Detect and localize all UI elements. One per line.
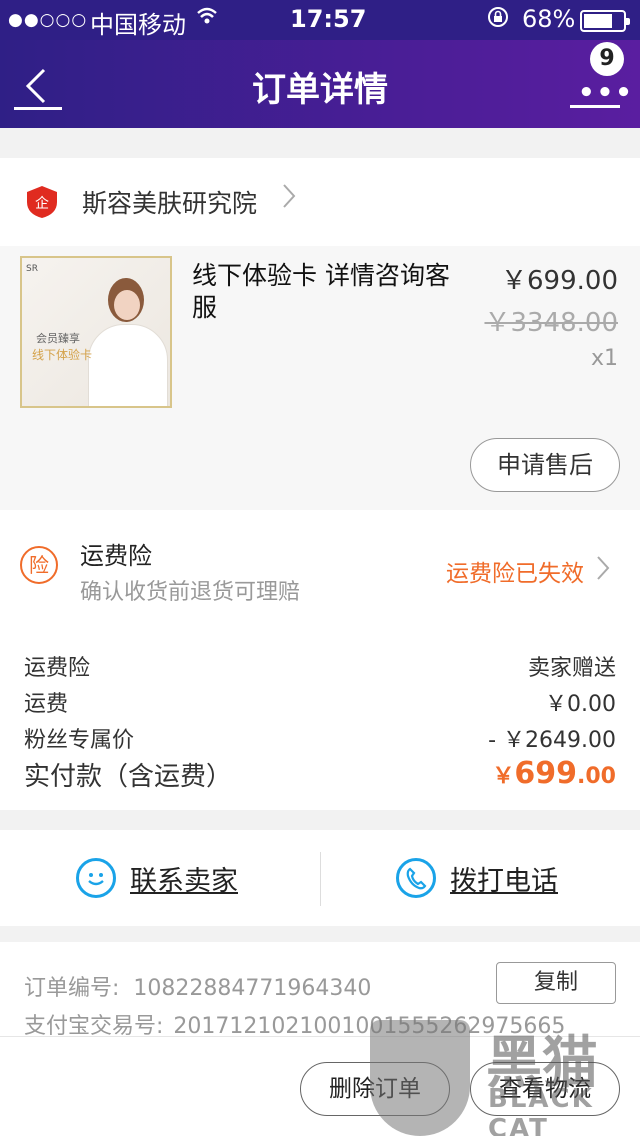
fee-value: - ￥2649.00 (488, 728, 616, 753)
original-price: ￥3348.00 (484, 308, 618, 338)
insurance-status-link[interactable]: 运费险已失效 (446, 554, 584, 588)
contact-bar: 联系卖家 拨打电话 (0, 830, 640, 926)
more-icon: ••• (578, 78, 634, 108)
fee-row-shipping: 运费 ￥0.00 (24, 686, 616, 718)
call-phone-label: 拨打电话 (450, 865, 558, 897)
black-cat-watermark: 黑猫 BLACK CAT (370, 1010, 640, 1136)
thumb-caption-2: 线下体验卡 (32, 348, 93, 362)
battery-icon (580, 10, 630, 32)
fee-row-insurance: 运费险 卖家赠送 (24, 650, 616, 682)
fee-value: ￥0.00 (545, 692, 616, 717)
chevron-right-icon (596, 554, 610, 589)
call-phone-button[interactable]: 拨打电话 (396, 850, 558, 906)
wifi-icon (196, 5, 218, 33)
fee-label: 粉丝专属价 (24, 728, 135, 753)
shipping-insurance-section: 险 运费险 确认收货前退货可理赔 运费险已失效 运费险 卖家赠送 运费 ￥0.0… (0, 510, 640, 810)
clock: 17:57 (290, 5, 367, 33)
model-face (114, 290, 140, 320)
shop-row[interactable]: 企 斯容美肤研究院 (0, 158, 640, 246)
page-title: 订单详情 (252, 70, 388, 110)
product-price: ￥699.00 (501, 266, 618, 296)
nav-bar: 订单详情 9 ••• (0, 40, 640, 128)
copy-button[interactable]: 复制 (496, 962, 616, 1004)
product-item[interactable]: SR 会员臻享 线下体验卡 线下体验卡 详情咨询客服 ￥699.00 ￥3348… (0, 246, 640, 510)
carrier-name: 中国移动 (90, 11, 186, 39)
enterprise-shop-icon: 企 (24, 184, 60, 220)
fee-label: 运费 (24, 692, 69, 717)
more-menu-button[interactable]: 9 ••• (570, 42, 632, 108)
chevron-right-icon (282, 182, 296, 217)
total-amount: ￥699.00 (492, 756, 616, 791)
insurance-subtitle: 确认收货前退货可理赔 (80, 580, 301, 605)
total-label: 实付款（含运费） (24, 762, 233, 792)
model-body (88, 324, 168, 406)
fee-value: 卖家赠送 (527, 656, 616, 681)
insurance-icon: 险 (20, 546, 58, 584)
fee-row-discount: 粉丝专属价 - ￥2649.00 (24, 722, 616, 754)
svg-text:企: 企 (35, 195, 49, 212)
cat-shield-logo-icon (370, 1020, 470, 1136)
shop-name: 斯容美肤研究院 (82, 189, 258, 218)
phone-icon (396, 858, 436, 898)
watermark-en: BLACK CAT (488, 1084, 594, 1136)
notification-badge: 9 (590, 42, 624, 76)
divider (320, 852, 321, 906)
orientation-lock-icon (486, 5, 510, 35)
contact-seller-button[interactable]: 联系卖家 (76, 850, 238, 906)
brand-logo-icon: SR (26, 264, 38, 274)
order-number-row: 订单编号: 10822884771964340 (24, 970, 371, 1002)
insurance-title: 运费险 (80, 542, 152, 570)
product-title: 线下体验卡 详情咨询客服 (192, 261, 450, 322)
status-bar: ●●○○○ 中国移动 17:57 68% (0, 0, 640, 40)
after-sale-button[interactable]: 申请售后 (470, 438, 620, 492)
product-thumbnail: SR 会员臻享 线下体验卡 (20, 256, 172, 408)
total-row: 实付款（含运费） ￥699.00 (24, 756, 616, 793)
order-number-label: 订单编号: (24, 976, 120, 1001)
battery-percent: 68% (522, 5, 576, 33)
fee-label: 运费险 (24, 656, 91, 681)
order-number: 10822884771964340 (133, 976, 372, 1001)
signal-strength-icon: ●●○○○ (8, 10, 88, 30)
contact-seller-label: 联系卖家 (130, 865, 238, 897)
chat-smile-icon (76, 858, 116, 898)
thumb-caption-1: 会员臻享 (36, 332, 80, 345)
product-quantity: x1 (590, 346, 618, 371)
